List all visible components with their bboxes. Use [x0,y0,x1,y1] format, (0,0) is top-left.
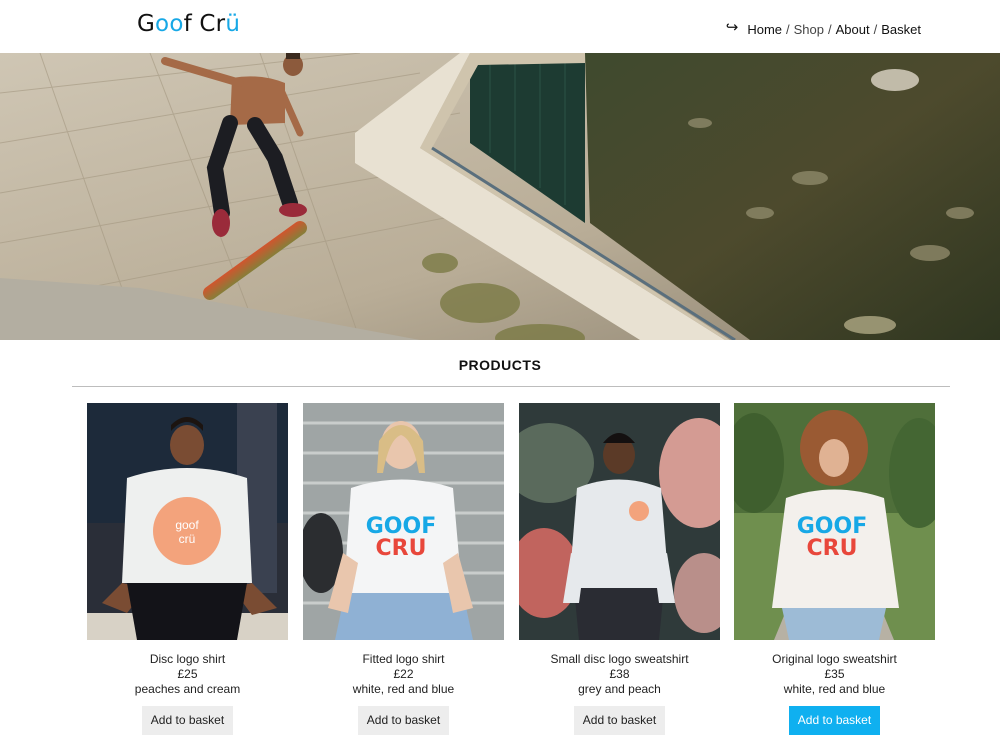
svg-text:CRU: CRU [807,536,858,561]
product-photo[interactable]: GOOF CRU [734,403,935,640]
product-name: Small disc logo sweatshirt [550,652,689,666]
product-meta: Original logo sweatshirt £35 white, red … [734,652,935,697]
return-arrow-icon: ↪ [725,19,739,36]
breadcrumb-nav: ↪ Home / Shop / About / Basket [725,19,921,38]
product-colour: peaches and cream [134,682,241,696]
product-colour: white, red and blue [352,682,455,696]
product-card: Small disc logo sweatshirt £38 grey and … [519,403,720,735]
svg-text:crü: crü [179,532,196,546]
add-to-basket-button[interactable]: Add to basket [141,706,234,735]
products-heading: PRODUCTS [458,357,542,373]
product-price: £22 [393,667,414,681]
add-to-basket-button[interactable]: Add to basket [573,706,666,735]
product-name: Original logo sweatshirt [772,652,897,666]
add-to-basket-button[interactable]: Add to basket [788,706,881,735]
logo-letter: f Cr [183,11,226,37]
product-card: GOOF CRU Fitted logo shirt £22 white, re… [303,403,504,735]
product-meta: Fitted logo shirt £22 white, red and blu… [303,652,504,697]
product-photo[interactable]: GOOF CRU [303,403,504,640]
site-header: Goof Crü ↪ Home / Shop / About / Basket [0,0,1000,53]
product-card: goof crü Disc logo shirt £25 peaches and… [87,403,288,735]
svg-text:goof: goof [175,518,199,532]
brand-logo[interactable]: Goof Crü [137,11,240,37]
logo-letter: G [137,11,156,37]
product-colour: grey and peach [578,682,661,696]
product-price: £25 [177,667,198,681]
nav-separator: / [873,21,878,37]
nav-home-link[interactable]: Home [747,22,782,37]
product-photo[interactable] [519,403,720,640]
hero-image [0,53,1000,340]
product-colour: white, red and blue [783,682,886,696]
product-meta: Disc logo shirt £25 peaches and cream [87,652,288,697]
svg-text:CRU: CRU [376,536,427,561]
product-price: £35 [824,667,845,681]
nav-separator: / [786,21,790,37]
product-card: GOOF CRU Original logo sweatshirt £35 wh… [734,403,935,735]
section-divider [72,386,950,387]
product-photo[interactable]: goof crü [87,403,288,640]
nav-about-link[interactable]: About [836,22,870,37]
nav-basket-link[interactable]: Basket [881,22,921,37]
logo-letter: o [169,11,184,37]
product-price: £38 [609,667,630,681]
product-name: Disc logo shirt [149,652,226,666]
nav-separator: / [828,21,832,37]
nav-shop-link[interactable]: Shop [794,22,824,37]
logo-letter: ü [225,11,241,37]
product-meta: Small disc logo sweatshirt £38 grey and … [519,652,720,697]
add-to-basket-button[interactable]: Add to basket [357,706,450,735]
product-name: Fitted logo shirt [362,652,445,666]
logo-letter: o [155,11,170,37]
